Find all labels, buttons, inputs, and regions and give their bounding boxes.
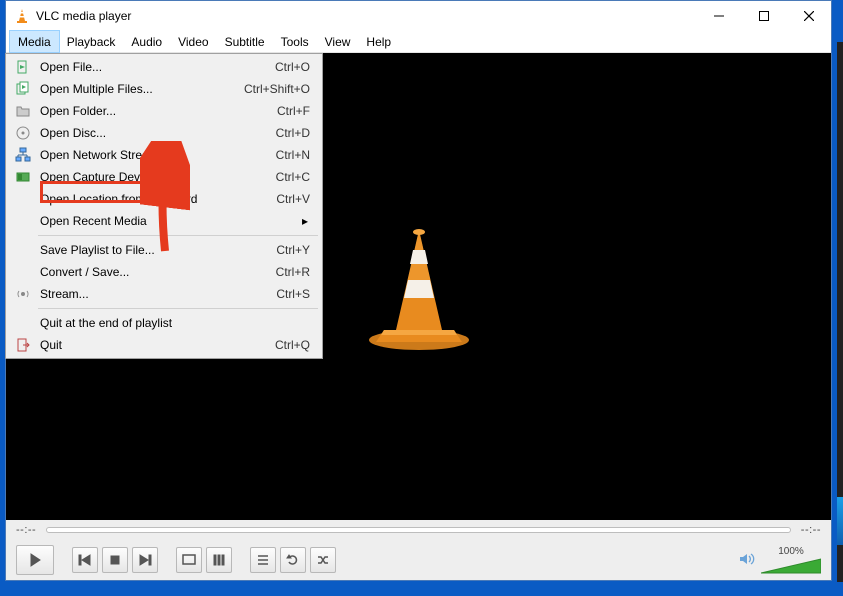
volume-slider[interactable] — [761, 557, 821, 575]
fullscreen-button[interactable] — [176, 547, 202, 573]
window-title: VLC media player — [36, 9, 696, 23]
stop-button[interactable] — [102, 547, 128, 573]
menu-tools[interactable]: Tools — [273, 31, 317, 52]
submenu-arrow-icon: ▸ — [302, 214, 316, 228]
menu-stream[interactable]: Stream... Ctrl+S — [8, 283, 320, 305]
folder-icon — [12, 103, 34, 119]
menu-view[interactable]: View — [317, 31, 359, 52]
menu-separator — [38, 308, 318, 309]
menu-open-capture[interactable]: Open Capture Device... Ctrl+C — [8, 166, 320, 188]
minimize-button[interactable] — [696, 1, 741, 31]
menu-subtitle[interactable]: Subtitle — [217, 31, 273, 52]
network-icon — [12, 147, 34, 163]
menu-open-disc[interactable]: Open Disc... Ctrl+D — [8, 122, 320, 144]
seek-slider[interactable] — [46, 527, 791, 533]
menu-help[interactable]: Help — [358, 31, 399, 52]
playback-controls: 100% — [6, 540, 831, 580]
playlist-button[interactable] — [250, 547, 276, 573]
menu-open-network[interactable]: Open Network Stream... Ctrl+N — [8, 144, 320, 166]
menu-quit[interactable]: Quit Ctrl+Q — [8, 334, 320, 356]
menu-save-playlist[interactable]: Save Playlist to File... Ctrl+Y — [8, 239, 320, 261]
capture-icon — [12, 169, 34, 185]
play-button[interactable] — [16, 545, 54, 575]
menu-open-folder[interactable]: Open Folder... Ctrl+F — [8, 100, 320, 122]
time-elapsed: --:-- — [16, 524, 36, 536]
desktop-taskbar-edge — [837, 42, 843, 582]
seekbar-row: --:-- --:-- — [6, 520, 831, 540]
menu-separator — [38, 235, 318, 236]
titlebar: VLC media player — [6, 1, 831, 31]
loop-button[interactable] — [280, 547, 306, 573]
menu-open-clipboard[interactable]: Open Location from clipboard Ctrl+V — [8, 188, 320, 210]
file-icon — [12, 59, 34, 75]
menu-open-file[interactable]: Open File... Ctrl+O — [8, 56, 320, 78]
shuffle-button[interactable] — [310, 547, 336, 573]
disc-icon — [12, 125, 34, 141]
menu-video[interactable]: Video — [170, 31, 216, 52]
menu-quit-at-end[interactable]: Quit at the end of playlist — [8, 312, 320, 334]
volume-percent: 100% — [778, 546, 804, 557]
stream-icon — [12, 286, 34, 302]
menu-audio[interactable]: Audio — [123, 31, 170, 52]
menu-convert-save[interactable]: Convert / Save... Ctrl+R — [8, 261, 320, 283]
menubar: Media Playback Audio Video Subtitle Tool… — [6, 31, 831, 53]
time-total: --:-- — [801, 524, 821, 536]
next-button[interactable] — [132, 547, 158, 573]
maximize-button[interactable] — [741, 1, 786, 31]
menu-playback[interactable]: Playback — [59, 31, 124, 52]
quit-icon — [12, 337, 34, 353]
media-dropdown: Open File... Ctrl+O Open Multiple Files.… — [5, 53, 323, 359]
previous-button[interactable] — [72, 547, 98, 573]
vlc-cone-logo — [364, 222, 474, 352]
menu-media[interactable]: Media — [10, 31, 59, 52]
app-icon — [14, 8, 30, 24]
close-button[interactable] — [786, 1, 831, 31]
extended-settings-button[interactable] — [206, 547, 232, 573]
menu-open-recent[interactable]: Open Recent Media ▸ — [8, 210, 320, 232]
menu-open-multiple[interactable]: Open Multiple Files... Ctrl+Shift+O — [8, 78, 320, 100]
files-icon — [12, 81, 34, 97]
speaker-icon[interactable] — [739, 552, 755, 569]
